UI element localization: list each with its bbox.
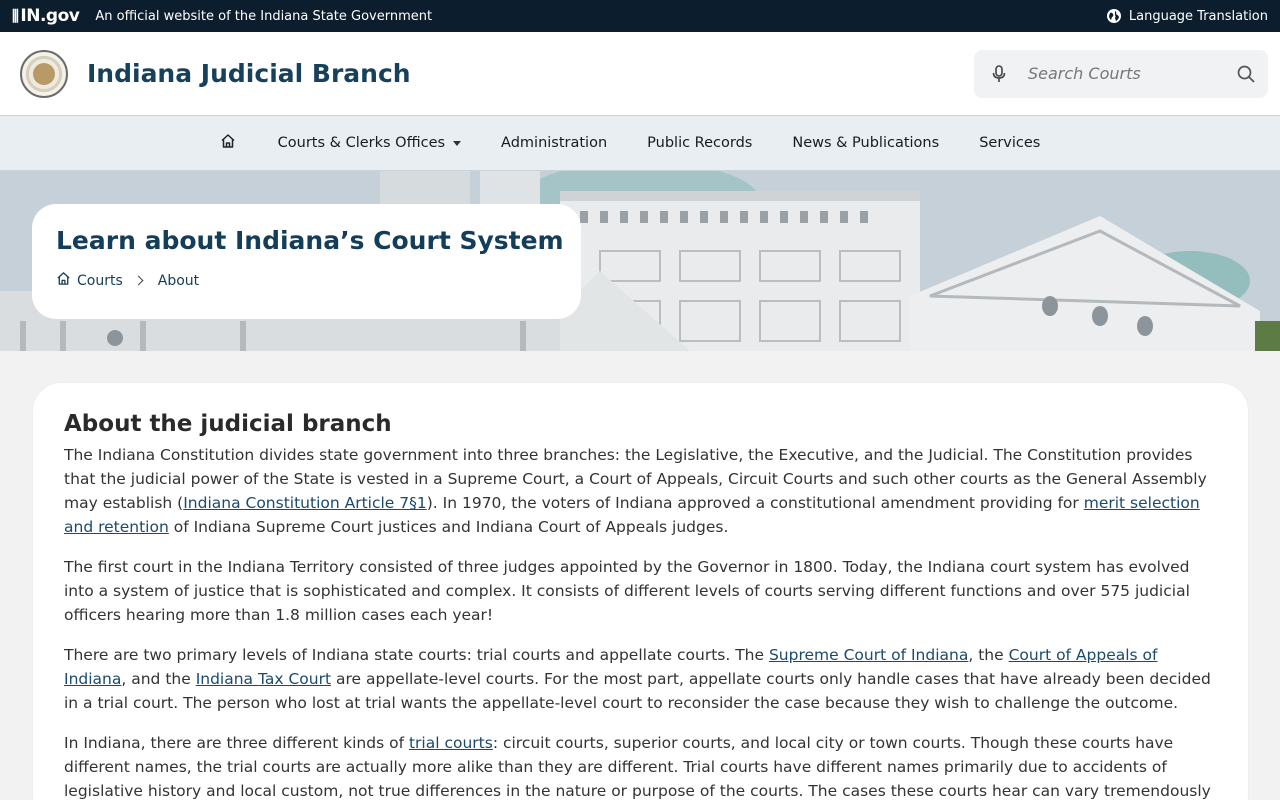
breadcrumb: Courts About	[56, 271, 557, 290]
paragraph-constitution: The Indiana Constitution divides state g…	[64, 443, 1217, 539]
nav-services[interactable]: Services	[959, 135, 1060, 151]
official-website-text: An official website of the Indiana State…	[95, 8, 433, 24]
main-navigation: Courts & Clerks Offices Administration P…	[0, 116, 1280, 171]
nav-item-label: Administration	[501, 135, 608, 151]
paragraph-court-levels: There are two primary levels of Indiana …	[64, 643, 1217, 715]
ingov-logo[interactable]: ⫼ IN.gov	[12, 6, 80, 26]
nav-item-label: Public Records	[647, 135, 753, 151]
text-span: of Indiana Supreme Court justices and In…	[168, 518, 729, 536]
search-input[interactable]	[1028, 64, 1236, 83]
official-banner: ⫼ IN.gov An official website of the Indi…	[0, 0, 1280, 32]
nav-administration[interactable]: Administration	[481, 135, 627, 151]
hero-banner: Learn about Indiana’s Court System Court…	[0, 171, 1280, 351]
home-icon	[220, 133, 236, 153]
link-trial-courts[interactable]: trial courts	[409, 734, 493, 752]
breadcrumb-home-icon[interactable]	[56, 271, 71, 290]
ingov-bars-icon: ⫼	[12, 7, 19, 25]
nav-item-label: Courts & Clerks Offices	[277, 135, 446, 151]
chevron-down-icon	[453, 140, 462, 146]
text-span: , and the	[121, 670, 196, 688]
nav-courts-clerks-offices[interactable]: Courts & Clerks Offices	[258, 135, 481, 151]
link-tax-court[interactable]: Indiana Tax Court	[196, 670, 331, 688]
text-span: , the	[968, 646, 1009, 664]
language-translation-button[interactable]: Language Translation	[1106, 8, 1268, 24]
ingov-logo-text: IN.gov	[20, 6, 80, 26]
nav-public-records[interactable]: Public Records	[627, 135, 772, 151]
search-box	[974, 49, 1268, 98]
main-content-card: About the judicial branch The Indiana Co…	[33, 383, 1248, 800]
page-title: Learn about Indiana’s Court System	[56, 226, 564, 255]
breadcrumb-link-courts[interactable]: Courts	[77, 273, 123, 289]
nav-news-publications[interactable]: News & Publications	[772, 135, 959, 151]
language-translation-label: Language Translation	[1128, 8, 1268, 24]
nav-home[interactable]	[220, 133, 258, 153]
text-span: In Indiana, there are three different ki…	[64, 734, 409, 752]
link-supreme-court[interactable]: Supreme Court of Indiana	[769, 646, 968, 664]
nav-item-label: Services	[979, 135, 1041, 151]
section-heading: About the judicial branch	[64, 411, 392, 437]
chevron-right-icon	[133, 275, 144, 286]
paragraph-trial-courts: In Indiana, there are three different ki…	[64, 731, 1217, 800]
microphone-icon[interactable]	[990, 64, 1008, 83]
globe-icon	[1106, 9, 1121, 23]
site-title[interactable]: Indiana Judicial Branch	[87, 59, 411, 88]
paragraph-history: The first court in the Indiana Territory…	[64, 558, 1190, 624]
site-header: Indiana Judicial Branch	[0, 32, 1280, 116]
search-icon[interactable]	[1236, 64, 1256, 84]
nav-item-label: News & Publications	[792, 135, 940, 151]
indiana-state-seal-icon[interactable]	[20, 49, 68, 98]
text-span: ). In 1970, the voters of Indiana approv…	[426, 494, 1084, 512]
link-constitution-article[interactable]: Indiana Constitution Article 7§1	[183, 494, 427, 512]
breadcrumb-current: About	[157, 272, 200, 289]
text-span: There are two primary levels of Indiana …	[64, 646, 769, 664]
page-title-card: Learn about Indiana’s Court System Court…	[32, 204, 581, 319]
